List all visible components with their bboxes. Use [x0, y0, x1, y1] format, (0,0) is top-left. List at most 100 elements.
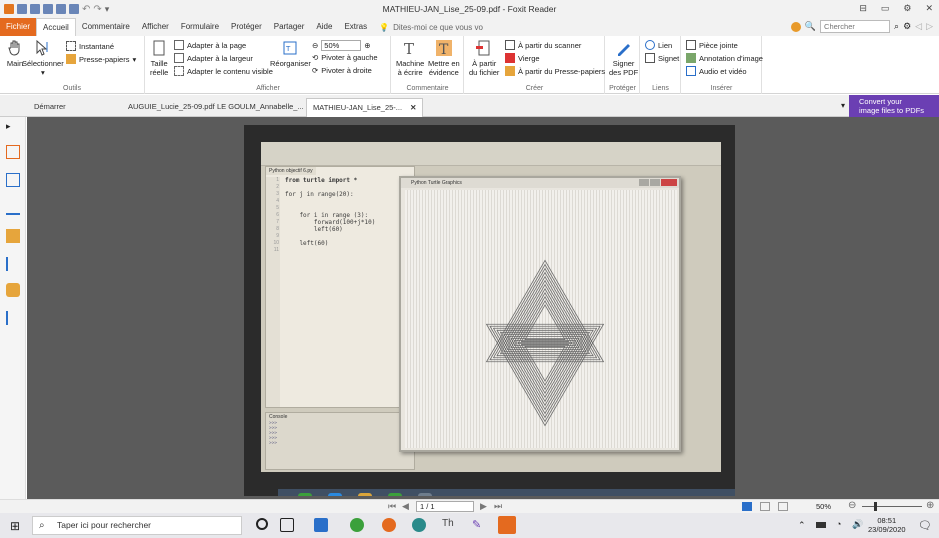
- notifications-icon[interactable]: 🗨: [918, 519, 932, 532]
- search-input[interactable]: [820, 20, 891, 33]
- ribbon-toggle-icon[interactable]: ⊟: [859, 3, 867, 14]
- convert-banner[interactable]: Convert your image files to PDFs: [849, 95, 939, 117]
- redo-icon[interactable]: ↷: [93, 4, 101, 15]
- continuous-view-icon[interactable]: [760, 502, 770, 511]
- signature-panel-icon[interactable]: [6, 311, 20, 325]
- taskbar-search[interactable]: ⌕ Taper ici pour rechercher: [32, 516, 242, 535]
- typewriter-button[interactable]: T Machine à écrire: [396, 39, 424, 77]
- actual-size-button[interactable]: Taille réelle: [150, 39, 168, 77]
- open-icon[interactable]: [17, 4, 27, 14]
- search-icon[interactable]: ⌕: [894, 21, 899, 32]
- expand-panel-icon[interactable]: ▸: [6, 121, 20, 135]
- file-explorer-icon[interactable]: [314, 518, 328, 532]
- zoom-control[interactable]: ⊖ 50% ⊕: [312, 40, 371, 51]
- tab-start[interactable]: Démarrer: [28, 98, 72, 117]
- sign-pdf-button[interactable]: Signer des PDF: [609, 39, 638, 77]
- gear-icon[interactable]: ⚙: [903, 21, 911, 32]
- chrome-icon[interactable]: [350, 518, 364, 532]
- from-clipboard-button[interactable]: À partir du Presse-papiers: [505, 66, 605, 76]
- tab-doc-mathieu[interactable]: MATHIEU-JAN_Lise_25-... ✕: [306, 98, 424, 117]
- rotate-left-button[interactable]: ⟲ Pivoter à gauche: [312, 53, 378, 62]
- attachment-button[interactable]: Pièce jointe: [686, 40, 738, 50]
- pen-icon[interactable]: ✎: [472, 518, 486, 532]
- tab-commentaire[interactable]: Commentaire: [76, 18, 136, 36]
- snapshot-button[interactable]: Instantané: [66, 41, 114, 51]
- clipboard-button[interactable]: Presse-papiers ▾: [66, 54, 136, 64]
- from-scanner-button[interactable]: À partir du scanner: [505, 40, 581, 50]
- link-button[interactable]: Lien: [645, 40, 672, 50]
- volume-icon[interactable]: 🔊: [852, 519, 863, 530]
- bookmark-button[interactable]: Signet: [645, 53, 679, 63]
- highlight-button[interactable]: T Mettre en évidence: [428, 39, 460, 77]
- last-page-icon[interactable]: ⏭: [494, 501, 502, 512]
- new-icon[interactable]: [69, 4, 79, 14]
- fit-visible-button[interactable]: Adapter le contenu visible: [174, 66, 273, 76]
- rotate-right-button[interactable]: ⟳ Pivoter à droite: [312, 66, 372, 75]
- foxit-taskbar-icon[interactable]: [498, 516, 516, 534]
- edge-icon[interactable]: [412, 518, 426, 532]
- facing-view-icon[interactable]: [778, 502, 788, 511]
- page-field[interactable]: 1 / 1: [416, 501, 474, 512]
- tab-doc-legoulm[interactable]: LE GOULM_Annabelle_...: [211, 98, 310, 117]
- tray-chevron-icon[interactable]: ⌃: [798, 520, 806, 531]
- print-icon[interactable]: [43, 4, 53, 14]
- zoom-slider[interactable]: [862, 506, 922, 507]
- select-tool-button[interactable]: Sélectionner ▾: [22, 39, 64, 77]
- firefox-icon[interactable]: [382, 518, 396, 532]
- blank-button[interactable]: Vierge: [505, 53, 540, 63]
- reorganize-button[interactable]: T Réorganiser: [270, 39, 311, 68]
- customize-icon[interactable]: ▾: [105, 4, 110, 15]
- minimize-icon[interactable]: ▭: [881, 3, 890, 14]
- zoom-slider-thumb[interactable]: [874, 502, 877, 511]
- battery-icon[interactable]: [816, 522, 826, 528]
- email-icon[interactable]: [56, 4, 66, 14]
- undo-icon[interactable]: ↶: [82, 4, 90, 15]
- tab-afficher[interactable]: Afficher: [136, 18, 175, 36]
- save-icon[interactable]: [30, 4, 40, 14]
- tab-partager[interactable]: Partager: [268, 18, 311, 36]
- from-file-button[interactable]: À partir du fichier: [469, 39, 499, 77]
- pages-panel-icon[interactable]: [6, 173, 20, 187]
- tab-aide[interactable]: Aide: [310, 18, 338, 36]
- zoom-out-icon[interactable]: ⊖: [848, 500, 856, 511]
- zoom-in-icon[interactable]: ⊕: [364, 41, 370, 50]
- close-tab-icon[interactable]: ✕: [410, 103, 416, 112]
- audio-video-button[interactable]: Audio et vidéo: [686, 66, 747, 76]
- tab-accueil[interactable]: Accueil: [36, 18, 76, 36]
- comments-panel-icon[interactable]: [6, 229, 20, 243]
- fit-width-button[interactable]: Adapter à la largeur: [174, 53, 253, 63]
- single-page-view-icon[interactable]: [742, 502, 752, 511]
- layers-panel-icon[interactable]: [6, 201, 20, 215]
- clock[interactable]: 08:51 23/09/2020: [868, 516, 906, 534]
- next-icon[interactable]: ▷: [926, 21, 933, 32]
- tab-formulaire[interactable]: Formulaire: [175, 18, 225, 36]
- cortana-icon[interactable]: [256, 518, 268, 530]
- zoom-out-icon[interactable]: ⊖: [312, 41, 318, 50]
- network-icon[interactable]: ◔: [836, 519, 841, 529]
- tab-list-chevron-icon[interactable]: ▾: [841, 101, 845, 110]
- prev-icon[interactable]: ◁: [915, 21, 922, 32]
- notification-icon[interactable]: [790, 21, 801, 32]
- zoom-in-icon[interactable]: ⊕: [926, 500, 934, 511]
- tell-me-box[interactable]: 💡 Dites-moi ce que vous vo: [379, 23, 483, 32]
- close-icon[interactable]: ✕: [925, 3, 933, 14]
- bookmark-panel-icon[interactable]: [6, 145, 20, 159]
- fit-page-button[interactable]: Adapter à la page: [174, 40, 246, 50]
- zoom-field[interactable]: 50%: [321, 40, 362, 51]
- prev-page-icon[interactable]: ◀: [402, 501, 409, 512]
- attachments-panel-icon[interactable]: [6, 257, 20, 271]
- document-viewport[interactable]: Python objectif 6.py 1 2 3 4 5 6 7 8 9 1…: [27, 117, 939, 499]
- settings-icon[interactable]: ⚙: [903, 3, 911, 14]
- thonny-icon[interactable]: Th: [442, 518, 456, 532]
- tab-doc-auguie[interactable]: AUGUIE_Lucie_25-09.pdf: [122, 98, 221, 117]
- lock-icon[interactable]: [6, 283, 20, 297]
- image-annotation-button[interactable]: Annotation d'image: [686, 53, 763, 63]
- first-page-icon[interactable]: ⏮: [388, 501, 396, 512]
- windows-start-icon[interactable]: ⊞: [10, 519, 20, 533]
- tab-fichier[interactable]: Fichier: [0, 18, 37, 36]
- task-view-icon[interactable]: [280, 518, 294, 532]
- find-icon[interactable]: 🔍: [805, 21, 816, 32]
- tab-proteger[interactable]: Protéger: [225, 18, 268, 36]
- next-page-icon[interactable]: ▶: [480, 501, 487, 512]
- tab-extras[interactable]: Extras: [338, 18, 373, 36]
